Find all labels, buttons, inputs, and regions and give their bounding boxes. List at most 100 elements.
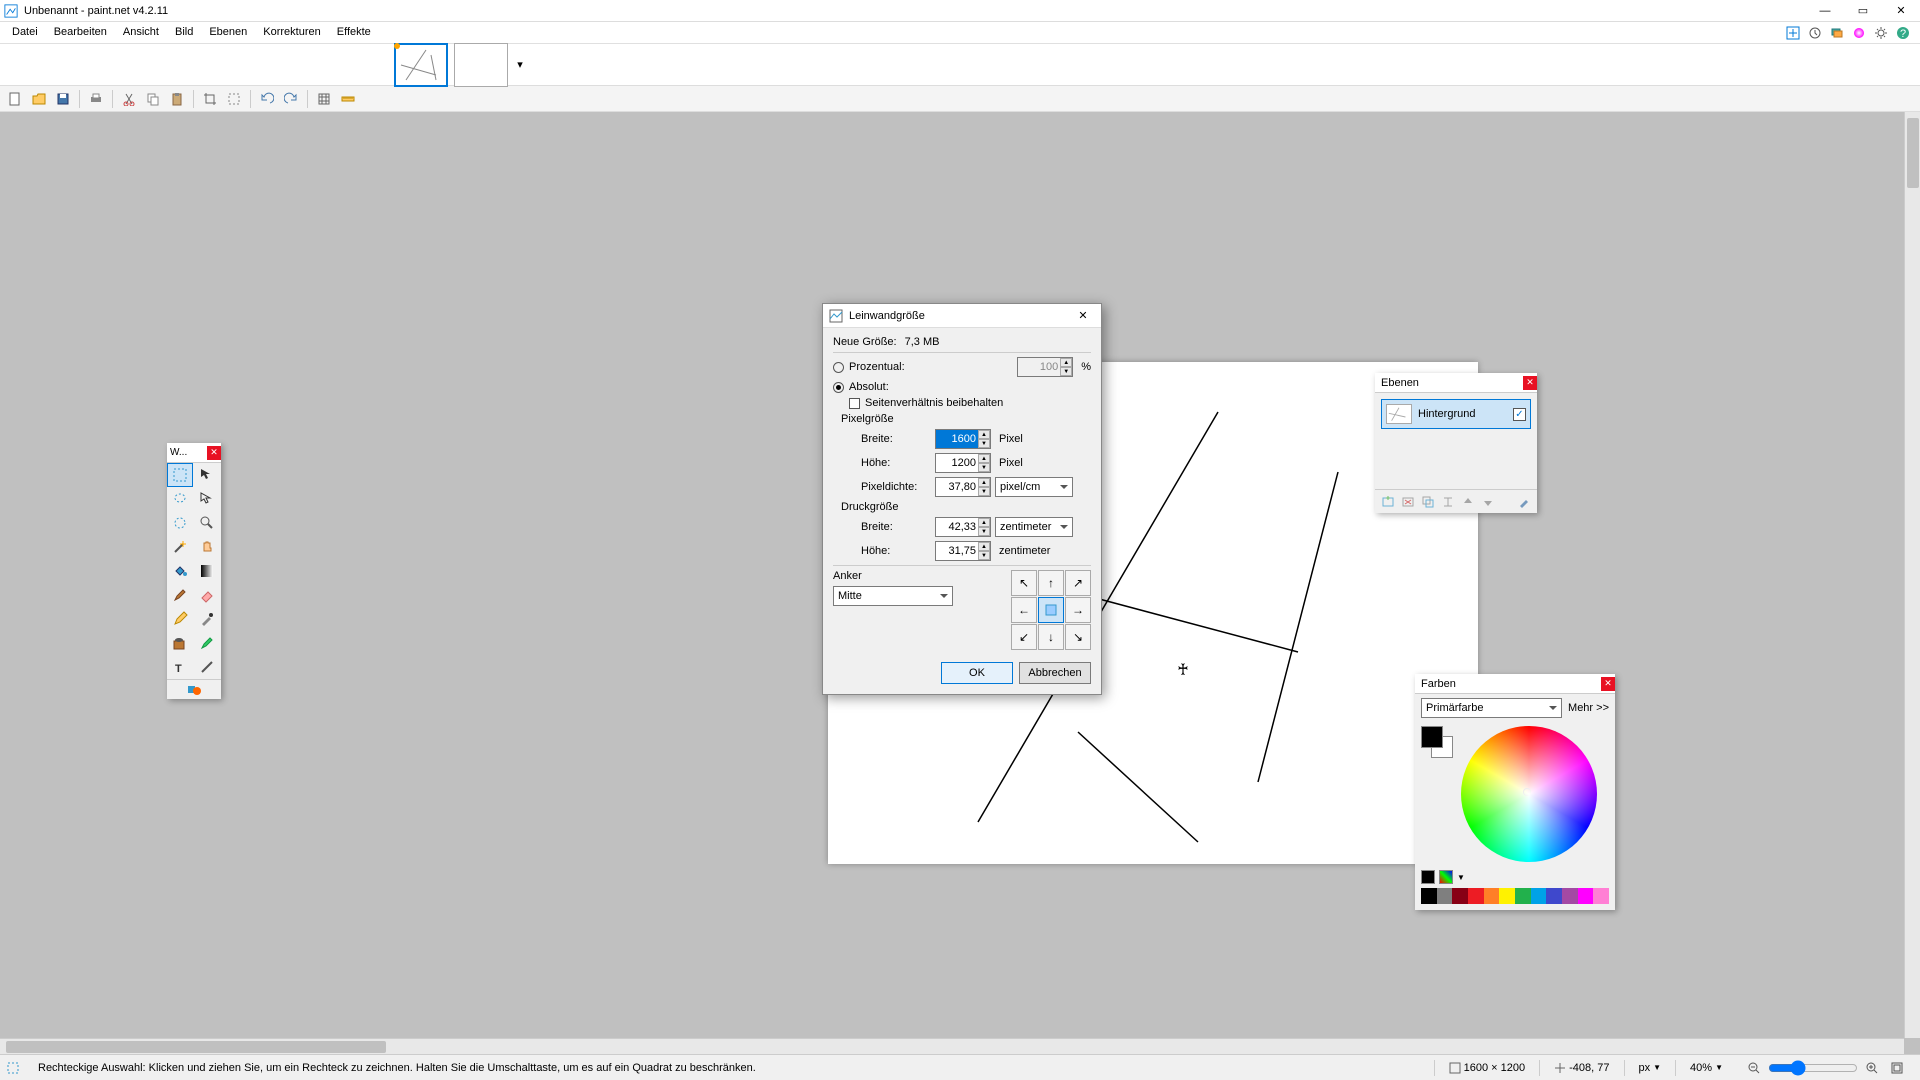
cancel-button[interactable]: Abbrechen — [1019, 662, 1091, 684]
status-unit-select[interactable]: px ▼ — [1633, 1062, 1668, 1074]
palette-cell[interactable] — [1452, 888, 1468, 904]
crop-icon[interactable] — [199, 88, 221, 110]
maximize-button[interactable]: ▭ — [1844, 0, 1882, 22]
spin-up[interactable]: ▲ — [978, 518, 990, 527]
tool-recolor[interactable] — [194, 631, 220, 655]
undo-icon[interactable] — [256, 88, 278, 110]
primary-color-swatch[interactable] — [1421, 726, 1443, 748]
palette-cell[interactable] — [1437, 888, 1453, 904]
layer-add-icon[interactable] — [1379, 493, 1397, 511]
tool-gradient[interactable] — [194, 559, 220, 583]
menu-ebenen[interactable]: Ebenen — [201, 22, 255, 43]
vertical-scrollbar[interactable] — [1904, 112, 1920, 1038]
settings-icon[interactable] — [1872, 24, 1890, 42]
palette-cell[interactable] — [1578, 888, 1594, 904]
spin-up[interactable]: ▲ — [978, 430, 990, 439]
ruler-icon[interactable] — [337, 88, 359, 110]
help-icon[interactable]: ? — [1894, 24, 1912, 42]
zoom-fit-icon[interactable] — [1886, 1057, 1908, 1079]
layers-panel-close[interactable]: ✕ — [1523, 376, 1537, 390]
spin-down[interactable]: ▼ — [978, 463, 990, 472]
tool-eraser[interactable] — [194, 583, 220, 607]
spin-up[interactable]: ▲ — [1060, 358, 1072, 367]
layer-item[interactable]: Hintergrund ✓ — [1381, 399, 1531, 429]
copy-icon[interactable] — [142, 88, 164, 110]
more-button[interactable]: Mehr >> — [1568, 702, 1609, 714]
tool-lasso[interactable] — [167, 487, 193, 511]
deselect-icon[interactable] — [223, 88, 245, 110]
toolwindow-layers-icon[interactable] — [1828, 24, 1846, 42]
palette-cell[interactable] — [1484, 888, 1500, 904]
spin-up[interactable]: ▲ — [978, 454, 990, 463]
dialog-close-button[interactable]: ✕ — [1071, 306, 1095, 326]
anchor-e[interactable]: → — [1065, 597, 1091, 623]
anchor-sw[interactable]: ↙ — [1011, 624, 1037, 650]
anchor-w[interactable]: ← — [1011, 597, 1037, 623]
ok-button[interactable]: OK — [941, 662, 1013, 684]
anchor-nw[interactable]: ↖ — [1011, 570, 1037, 596]
tool-ellipse-select[interactable] — [167, 511, 193, 535]
palette-cell[interactable] — [1468, 888, 1484, 904]
palette-cell[interactable] — [1562, 888, 1578, 904]
palette-cell[interactable] — [1531, 888, 1547, 904]
anchor-se[interactable]: ↘ — [1065, 624, 1091, 650]
anchor-s[interactable]: ↓ — [1038, 624, 1064, 650]
tool-brush[interactable] — [167, 583, 193, 607]
layer-up-icon[interactable] — [1459, 493, 1477, 511]
palette-cell[interactable] — [1515, 888, 1531, 904]
layer-duplicate-icon[interactable] — [1419, 493, 1437, 511]
spin-up[interactable]: ▲ — [978, 542, 990, 551]
palette-cell[interactable] — [1546, 888, 1562, 904]
print-icon[interactable] — [85, 88, 107, 110]
print-width-unit-select[interactable]: zentimeter — [995, 517, 1073, 537]
spin-down[interactable]: ▼ — [978, 439, 990, 448]
tool-magic-wand[interactable] — [167, 535, 193, 559]
spin-down[interactable]: ▼ — [1060, 367, 1072, 376]
tool-clone[interactable] — [167, 631, 193, 655]
status-zoom[interactable]: 40% ▼ — [1684, 1062, 1729, 1074]
zoom-slider[interactable] — [1768, 1060, 1858, 1076]
menu-datei[interactable]: Datei — [4, 22, 46, 43]
new-icon[interactable] — [4, 88, 26, 110]
layer-visibility-checkbox[interactable]: ✓ — [1513, 408, 1526, 421]
grid-icon[interactable] — [313, 88, 335, 110]
save-icon[interactable] — [52, 88, 74, 110]
layer-down-icon[interactable] — [1479, 493, 1497, 511]
menu-ansicht[interactable]: Ansicht — [115, 22, 167, 43]
palette-cell[interactable] — [1499, 888, 1515, 904]
tool-rect-select[interactable] — [167, 463, 193, 487]
tool-shapes[interactable] — [181, 678, 207, 702]
redo-icon[interactable] — [280, 88, 302, 110]
color-wheel[interactable] — [1461, 726, 1597, 862]
anchor-center[interactable] — [1038, 597, 1064, 623]
layer-merge-icon[interactable] — [1439, 493, 1457, 511]
menu-effekte[interactable]: Effekte — [329, 22, 379, 43]
menu-bild[interactable]: Bild — [167, 22, 201, 43]
tab-dropdown-icon[interactable]: ▾ — [514, 58, 526, 71]
cut-icon[interactable] — [118, 88, 140, 110]
menu-korrekturen[interactable]: Korrekturen — [255, 22, 328, 43]
layer-properties-icon[interactable] — [1515, 493, 1533, 511]
color-swatch-pair[interactable] — [1421, 726, 1453, 758]
minimize-button[interactable]: — — [1806, 0, 1844, 22]
tools-panel-close[interactable]: ✕ — [207, 446, 221, 460]
document-tab-1[interactable] — [394, 43, 448, 87]
tool-move[interactable] — [194, 463, 220, 487]
tool-colorpicker[interactable] — [194, 607, 220, 631]
palette-cell[interactable] — [1421, 888, 1437, 904]
color-type-select[interactable]: Primärfarbe — [1421, 698, 1562, 718]
tool-move-selection[interactable] — [194, 487, 220, 511]
menu-bearbeiten[interactable]: Bearbeiten — [46, 22, 115, 43]
zoom-out-icon[interactable] — [1743, 1057, 1765, 1079]
spin-down[interactable]: ▼ — [978, 551, 990, 560]
open-icon[interactable] — [28, 88, 50, 110]
spin-down[interactable]: ▼ — [978, 487, 990, 496]
document-tab-2[interactable] — [454, 43, 508, 87]
layer-delete-icon[interactable] — [1399, 493, 1417, 511]
tool-pencil[interactable] — [167, 607, 193, 631]
palette-cell[interactable] — [1593, 888, 1609, 904]
spin-up[interactable]: ▲ — [978, 478, 990, 487]
toolwindow-history-icon[interactable] — [1806, 24, 1824, 42]
aspect-checkbox[interactable]: Seitenverhältnis beibehalten — [849, 397, 1003, 409]
anchor-ne[interactable]: ↗ — [1065, 570, 1091, 596]
